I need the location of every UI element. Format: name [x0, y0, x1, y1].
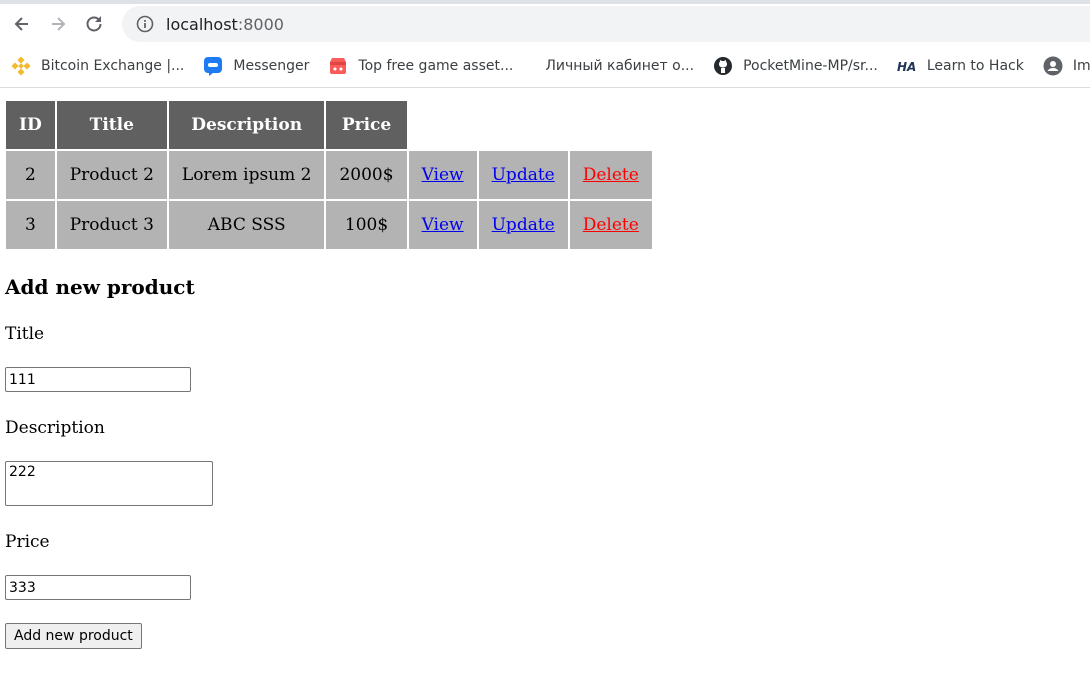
bookmark-label: Личный кабинет о...	[545, 57, 695, 74]
cell-update: Update	[478, 151, 568, 199]
info-icon[interactable]	[136, 15, 154, 33]
title-input[interactable]	[5, 367, 191, 392]
bookmark-personal-cabinet[interactable]: Личный кабинет о...	[545, 52, 694, 80]
table-row: 2 Product 2 Lorem ipsum 2 2000$ View Upd…	[6, 151, 652, 199]
add-product-form: Add new product Title Description 222 Pr…	[5, 275, 1085, 649]
cell-title: Product 2	[56, 151, 167, 199]
table-header-row: ID Title Description Price	[6, 101, 652, 149]
profile-icon	[1042, 55, 1064, 77]
price-label: Price	[5, 532, 50, 552]
cell-update: Update	[478, 201, 568, 249]
messenger-icon	[202, 55, 224, 77]
bookmarks-bar: Bitcoin Exchange |... Messenger Top free…	[0, 44, 1090, 88]
github-icon	[712, 55, 734, 77]
description-label: Description	[5, 418, 105, 438]
url-host: localhost	[166, 14, 238, 34]
cell-price: 2000$	[326, 151, 407, 199]
cell-price: 100$	[326, 201, 407, 249]
bookmark-label: Messenger	[233, 57, 310, 74]
svg-text:HA: HA	[897, 60, 916, 74]
back-button[interactable]	[8, 10, 36, 38]
page-content: ID Title Description Price 2 Product 2 L…	[0, 88, 1090, 649]
cell-id: 3	[6, 201, 55, 249]
description-textarea[interactable]: 222	[5, 461, 213, 506]
view-link[interactable]: View	[422, 215, 464, 235]
form-heading: Add new product	[5, 275, 195, 299]
arrow-left-icon	[14, 17, 28, 31]
cell-id: 2	[6, 151, 55, 199]
cell-delete: Delete	[569, 151, 652, 199]
add-product-button[interactable]: Add new product	[5, 623, 142, 649]
ha-icon: HA	[896, 55, 918, 77]
bookmark-bitcoin-exchange[interactable]: Bitcoin Exchange |...	[10, 52, 184, 80]
products-table: ID Title Description Price 2 Product 2 L…	[4, 99, 654, 251]
view-link[interactable]: View	[422, 165, 464, 185]
reload-button[interactable]	[80, 10, 108, 38]
update-link[interactable]: Update	[492, 215, 555, 235]
update-link[interactable]: Update	[492, 165, 555, 185]
title-label: Title	[5, 324, 45, 344]
bookmark-label: Image	[1072, 57, 1090, 74]
cell-title: Product 3	[56, 201, 167, 249]
reload-icon	[86, 16, 102, 32]
binance-icon	[10, 55, 32, 77]
table-row: 3 Product 3 ABC SSS 100$ View Update Del…	[6, 201, 652, 249]
column-header-id: ID	[6, 101, 55, 149]
cell-delete: Delete	[569, 201, 652, 249]
address-bar[interactable]: localhost:8000	[122, 6, 1090, 42]
browser-toolbar: localhost:8000	[0, 4, 1090, 44]
bookmark-label: Learn to Hack	[926, 57, 1024, 74]
bookmark-messenger[interactable]: Messenger	[202, 52, 309, 80]
bookmark-label: PocketMine-MP/sr...	[743, 57, 878, 74]
bookmark-learn-to-hack[interactable]: HA Learn to Hack	[896, 52, 1024, 80]
arrow-right-icon	[52, 17, 66, 31]
bookmark-pocketmine[interactable]: PocketMine-MP/sr...	[712, 52, 878, 80]
cell-view: View	[408, 151, 477, 199]
price-input[interactable]	[5, 575, 191, 600]
bookmark-label: Top free game asset...	[358, 57, 514, 74]
delete-link[interactable]: Delete	[583, 165, 639, 185]
column-header-description: Description	[168, 101, 325, 149]
cell-description: ABC SSS	[168, 201, 325, 249]
bookmark-label: Bitcoin Exchange |...	[41, 57, 185, 74]
url-port: :8000	[237, 14, 284, 34]
itchio-icon	[327, 55, 349, 77]
bookmark-image[interactable]: Image	[1042, 52, 1090, 80]
column-header-title: Title	[56, 101, 167, 149]
cell-description: Lorem ipsum 2	[168, 151, 325, 199]
delete-link[interactable]: Delete	[583, 215, 639, 235]
column-header-price: Price	[326, 101, 407, 149]
bookmark-game-assets[interactable]: Top free game asset...	[327, 52, 513, 80]
cell-view: View	[408, 201, 477, 249]
forward-button[interactable]	[44, 10, 72, 38]
